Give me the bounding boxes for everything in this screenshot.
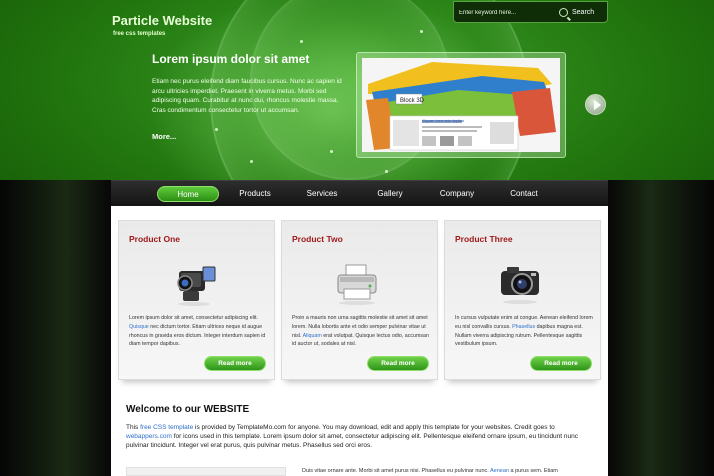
product-title[interactable]: Product Two [292, 234, 343, 244]
preview-label: Block 3D [400, 98, 425, 104]
product-title[interactable]: Product One [129, 234, 180, 244]
product-description: Proin a mauris non urna sagittis molesti… [292, 315, 429, 348]
search-input[interactable] [459, 6, 557, 19]
sparkle [215, 128, 218, 131]
more-link[interactable]: More... [152, 132, 176, 141]
header: Particle Website free css templates Sear… [0, 0, 714, 180]
nav-contact[interactable]: Contact [493, 186, 555, 202]
search-button[interactable]: Search [559, 5, 605, 20]
free-css-template-link[interactable]: free CSS template [140, 424, 193, 431]
welcome-text: This free CSS template is provided by Te… [126, 424, 578, 450]
product-card: Product Two Proin a mauris non urna sagi… [281, 220, 438, 380]
search-icon [559, 8, 568, 17]
read-more-button[interactable]: Read more [367, 356, 429, 371]
main-nav: Home Products Services Gallery Company C… [111, 180, 608, 206]
webappers-link[interactable]: webappers.com [126, 433, 172, 440]
preview-frame: Block 3D Aliquam lorem ante dapibus [356, 52, 566, 158]
product-card: Product Three In cursus vulputate enim a… [444, 220, 601, 380]
background-right [608, 180, 714, 476]
printer-icon [337, 264, 377, 305]
sparkle [420, 30, 423, 33]
nav-gallery[interactable]: Gallery [359, 186, 421, 202]
nav-home[interactable]: Home [157, 186, 219, 202]
search-box: Search [453, 1, 608, 23]
product-description: In cursus vulputate enim at congue. Aene… [455, 315, 593, 348]
sparkle [300, 40, 303, 43]
text-link[interactable]: Aliquam [303, 333, 322, 339]
product-card: Product One Lorem ipsum dolor sit amet, … [118, 220, 275, 380]
site-title[interactable]: Particle Website [112, 13, 212, 28]
nav-services[interactable]: Services [291, 186, 353, 202]
site-tagline: free css templates [113, 31, 166, 37]
bottom-image-placeholder [126, 467, 286, 476]
feature-text: Etiam nec purus eleifend diam faucibus c… [152, 78, 342, 114]
aenean-link[interactable]: Aenean [490, 468, 509, 474]
text-link[interactable]: Phasellus [512, 324, 535, 330]
sparkle [250, 160, 253, 163]
welcome-heading: Welcome to our WEBSITE [126, 404, 250, 415]
photo-camera-icon [501, 267, 539, 304]
product-description: Lorem ipsum dolor sit amet, consectetur … [129, 315, 266, 348]
background-left [0, 180, 111, 476]
video-camera-icon [177, 266, 216, 306]
content-panel: Product One Lorem ipsum dolor sit amet, … [111, 206, 608, 476]
preview-caption: Aliquam lorem ante dapibus [422, 119, 464, 123]
next-arrow-button[interactable] [585, 94, 606, 115]
nav-products[interactable]: Products [224, 186, 286, 202]
nav-company[interactable]: Company [426, 186, 488, 202]
search-button-label: Search [572, 9, 595, 16]
bottom-text: Duis vitae ornare ante. Morbi sit amet p… [302, 468, 558, 474]
text-link[interactable]: Quisque [129, 324, 149, 330]
sparkle [330, 150, 333, 153]
read-more-button[interactable]: Read more [204, 356, 266, 371]
read-more-button[interactable]: Read more [530, 356, 592, 371]
preview-image: Block 3D Aliquam lorem ante dapibus [362, 58, 560, 152]
product-title[interactable]: Product Three [455, 234, 513, 244]
sparkle [385, 170, 388, 173]
block-3d-illustration: Block 3D Aliquam lorem ante dapibus [362, 58, 560, 152]
feature-heading: Lorem ipsum dolor sit amet [152, 52, 310, 66]
